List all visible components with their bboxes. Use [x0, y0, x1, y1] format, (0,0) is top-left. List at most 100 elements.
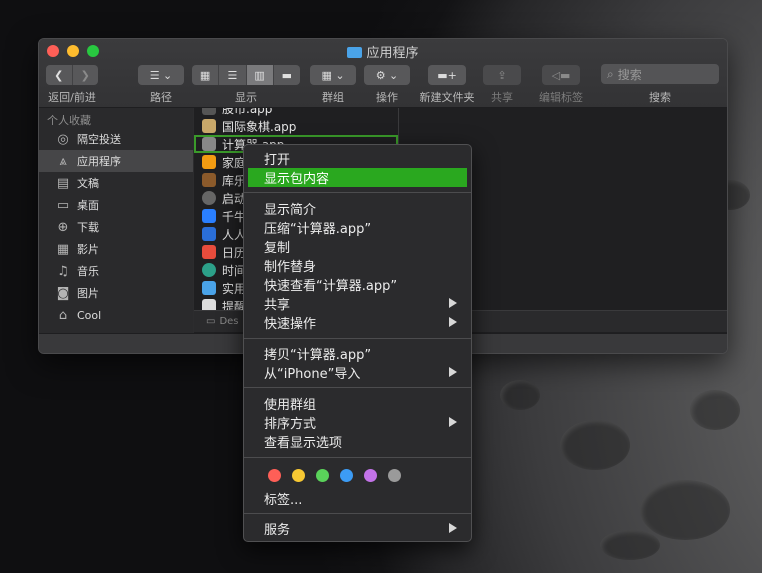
launchpad-icon	[202, 191, 216, 205]
menu-item-label: 标签...	[264, 493, 303, 508]
tag-yellow-button[interactable]	[292, 469, 305, 482]
tag-green-button[interactable]	[316, 469, 329, 482]
sidebar-item-label: 桌面	[77, 199, 99, 212]
sidebar-item-label: 隔空投送	[77, 133, 121, 146]
new-folder-button[interactable]: ▬+	[428, 65, 466, 85]
menu-item-make-alias[interactable]: 制作替身	[248, 256, 467, 275]
sidebar-item-movies[interactable]: ▦ 影片	[39, 238, 193, 260]
path-button[interactable]: ☰ ⌄	[138, 65, 184, 85]
edit-tags-button[interactable]: ◁▬	[542, 65, 580, 85]
downloads-icon: ⊕	[57, 219, 69, 235]
menu-item-share[interactable]: 共享	[248, 294, 467, 313]
menu-item-show-package-contents[interactable]: 显示包内容	[248, 168, 467, 187]
home-app-icon	[202, 155, 216, 169]
search-label: 搜索	[649, 91, 671, 104]
utilities-folder-icon	[202, 281, 216, 295]
menu-item-copy[interactable]: 拷贝“计算器.app”	[248, 344, 467, 363]
menu-item-label: 打开	[264, 153, 291, 168]
context-menu: 打开 显示包内容 显示简介 压缩“计算器.app” 复制 制作替身 快速查看“计…	[243, 144, 472, 542]
movies-icon: ▦	[56, 241, 70, 257]
path-list-icon: ☰ ⌄	[149, 68, 173, 82]
applications-icon: ⩓	[59, 153, 67, 169]
sidebar-item-music[interactable]: ♫ 音乐	[39, 260, 193, 282]
time-machine-icon	[202, 263, 216, 277]
back-forward-control[interactable]: ❮ ❯	[46, 65, 98, 85]
tag-icon: ◁▬	[551, 68, 571, 82]
chevron-left-icon: ❮	[54, 68, 64, 82]
menu-item-label: 拷贝“计算器.app”	[264, 348, 372, 363]
list-icon: ☰	[227, 68, 238, 82]
renren-icon	[202, 227, 216, 241]
tag-blue-button[interactable]	[340, 469, 353, 482]
pictures-icon: ◙	[56, 285, 70, 301]
file-name: 股市.app	[222, 108, 273, 116]
sidebar-item-label: 下载	[77, 221, 99, 234]
sidebar-item-desktop[interactable]: ▭ 桌面	[39, 194, 193, 216]
sidebar-item-airdrop[interactable]: ◎ 隔空投送	[39, 128, 193, 150]
file-item[interactable]: 股市.app	[194, 108, 398, 117]
share-button[interactable]: ⇪	[483, 65, 521, 85]
share-label: 共享	[491, 91, 513, 104]
list-view-button[interactable]: ☰	[219, 65, 247, 85]
gallery-view-button[interactable]: ▬	[274, 65, 300, 85]
sidebar-item-pictures[interactable]: ◙ 图片	[39, 282, 193, 304]
menu-item-open[interactable]: 打开	[248, 149, 467, 168]
gear-icon: ⚙ ⌄	[375, 68, 399, 82]
new-folder-label: 新建文件夹	[419, 91, 475, 104]
new-folder-icon: ▬+	[437, 68, 457, 82]
menu-item-quick-look[interactable]: 快速查看“计算器.app”	[248, 275, 467, 294]
sidebar-item-documents[interactable]: ▤ 文稿	[39, 172, 193, 194]
columns-icon: ▥	[254, 68, 265, 82]
moon-crater	[500, 380, 540, 410]
tag-red-button[interactable]	[268, 469, 281, 482]
menu-item-duplicate[interactable]: 复制	[248, 237, 467, 256]
menu-item-use-groups[interactable]: 使用群组	[248, 394, 467, 413]
menu-item-sort-by[interactable]: 排序方式	[248, 413, 467, 432]
qianniu-icon	[202, 209, 216, 223]
menu-item-label: 使用群组	[264, 398, 317, 413]
column-view-button[interactable]: ▥	[246, 65, 274, 85]
window-title-text: 应用程序	[366, 46, 419, 61]
file-name: 国际象棋.app	[222, 119, 297, 134]
path-label: 路径	[150, 91, 172, 104]
menu-item-import-from-iphone[interactable]: 从“iPhone”导入	[248, 363, 467, 382]
menu-item-compress[interactable]: 压缩“计算器.app”	[248, 218, 467, 237]
menu-item-services[interactable]: 服务	[248, 519, 467, 538]
submenu-arrow-icon	[449, 367, 457, 377]
menu-item-quick-actions[interactable]: 快速操作	[248, 313, 467, 332]
icon-view-button[interactable]: ▦	[192, 65, 220, 85]
calculator-icon	[202, 137, 216, 151]
menu-item-show-view-options[interactable]: 查看显示选项	[248, 432, 467, 451]
calendar-icon	[202, 245, 216, 259]
moon-crater	[560, 420, 630, 470]
desktop-icon: ▭	[56, 197, 70, 213]
menu-separator	[244, 338, 471, 339]
menu-item-tags[interactable]: 标签...	[248, 489, 467, 508]
menu-separator	[244, 513, 471, 514]
file-item[interactable]: 国际象棋.app	[194, 117, 398, 135]
sidebar-item-downloads[interactable]: ⊕ 下载	[39, 216, 193, 238]
submenu-arrow-icon	[449, 523, 457, 533]
path-bar-text[interactable]: Des	[219, 316, 238, 327]
sidebar-item-home[interactable]: ⌂ Cool	[39, 304, 193, 326]
menu-item-label: 显示简介	[264, 203, 317, 218]
library-icon	[202, 173, 216, 187]
menu-item-get-info[interactable]: 显示简介	[248, 199, 467, 218]
group-button[interactable]: ▦ ⌄	[310, 65, 356, 85]
menu-item-label: 从“iPhone”导入	[264, 367, 361, 382]
search-input[interactable]: ⌕ 搜索	[601, 64, 719, 84]
tag-purple-button[interactable]	[364, 469, 377, 482]
menu-separator	[244, 192, 471, 193]
view-segmented-control[interactable]: ▦ ☰ ▥ ▬	[192, 65, 300, 85]
tag-gray-button[interactable]	[388, 469, 401, 482]
forward-button[interactable]: ❯	[73, 65, 99, 85]
action-button[interactable]: ⚙ ⌄	[364, 65, 410, 85]
submenu-arrow-icon	[449, 417, 457, 427]
music-icon: ♫	[57, 263, 69, 279]
back-button[interactable]: ❮	[46, 65, 73, 85]
sidebar-item-applications[interactable]: ⩓ 应用程序	[39, 150, 193, 172]
menu-item-label: 制作替身	[264, 260, 317, 275]
sidebar-item-label: 应用程序	[77, 155, 121, 168]
menu-item-label: 服务	[264, 523, 291, 538]
share-icon: ⇪	[497, 68, 507, 82]
